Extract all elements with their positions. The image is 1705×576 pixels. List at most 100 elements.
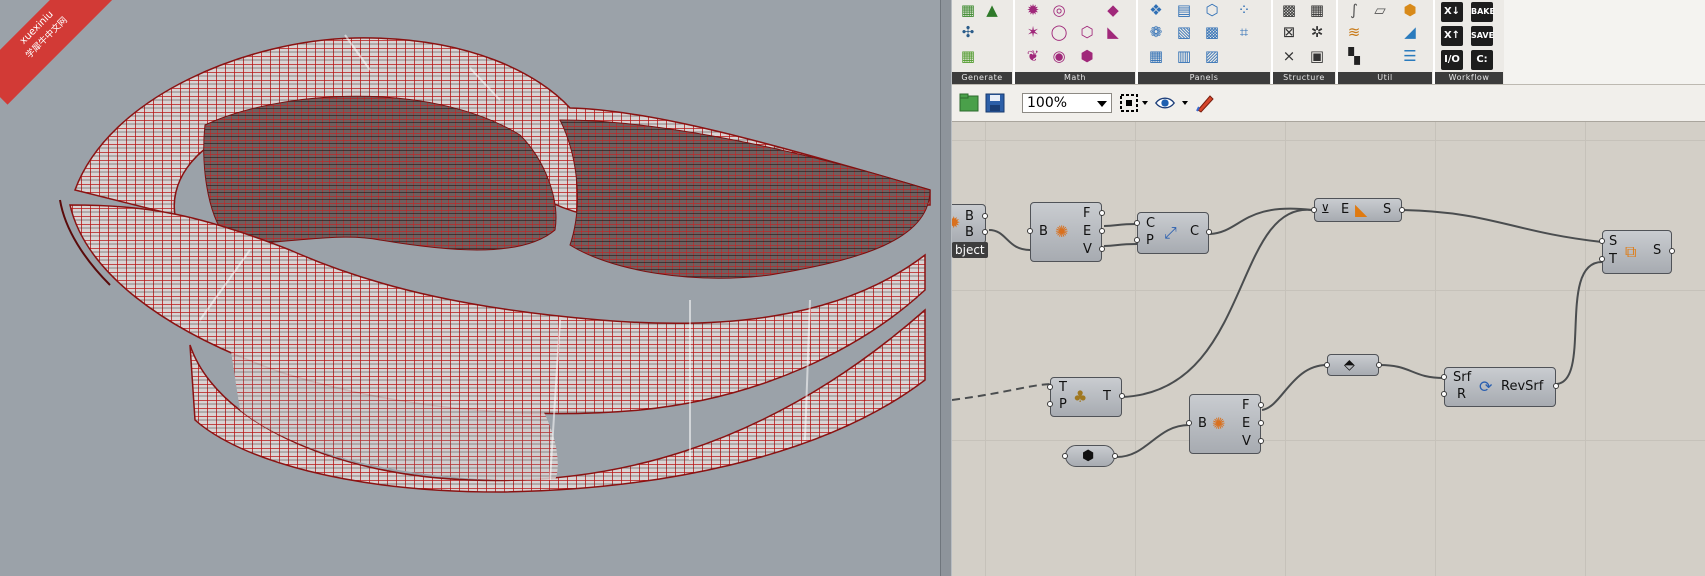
- save-workflow-button[interactable]: SAVE: [1471, 26, 1494, 46]
- component-deconstruct-brep[interactable]: B ✺ F E V: [1186, 394, 1264, 454]
- output-grip[interactable]: [982, 213, 988, 219]
- lattice-icon[interactable]: ▩: [1279, 0, 1299, 20]
- slash-grid-icon[interactable]: ▨: [1202, 46, 1222, 66]
- grid-green-icon[interactable]: ▦: [958, 46, 978, 66]
- truss-icon[interactable]: ⊠: [1279, 22, 1299, 42]
- ring-icon[interactable]: ◯: [1049, 22, 1069, 42]
- output-grip[interactable]: [1258, 438, 1264, 444]
- param-label: T: [1059, 380, 1067, 395]
- input-grip[interactable]: [1134, 237, 1140, 243]
- pen-icon[interactable]: [1194, 92, 1216, 114]
- input-grip[interactable]: [1324, 362, 1330, 368]
- input-grip[interactable]: [1186, 420, 1192, 426]
- output-grip[interactable]: [1258, 420, 1264, 426]
- input-grip[interactable]: [1047, 401, 1053, 407]
- input-grip[interactable]: [1062, 453, 1068, 459]
- diag-grid-icon[interactable]: ▧: [1174, 22, 1194, 42]
- eye-icon[interactable]: [1154, 92, 1176, 114]
- output-grip[interactable]: [1099, 246, 1105, 252]
- list-icon: ⬘: [1344, 357, 1355, 373]
- component-deconstruct-brep[interactable]: B ✺ F E V: [1027, 202, 1105, 262]
- chevron-down-icon[interactable]: [1182, 101, 1188, 105]
- oval-icon[interactable]: ◉: [1049, 46, 1069, 66]
- output-grip[interactable]: [1376, 362, 1382, 368]
- chevron-down-icon[interactable]: [1142, 101, 1148, 105]
- lattice-b-icon[interactable]: ▦: [1307, 0, 1327, 20]
- component-surface-transform[interactable]: S T ⧉ S: [1599, 230, 1675, 274]
- cross-grid-icon[interactable]: ▩: [1202, 22, 1222, 42]
- node-icon[interactable]: ✲: [1307, 22, 1327, 42]
- output-grip[interactable]: [1258, 402, 1264, 408]
- component-edge-surface[interactable]: ⊻ E ◣ S: [1311, 198, 1405, 222]
- output-grip[interactable]: [1119, 393, 1125, 399]
- wire: [988, 229, 1031, 251]
- box-orange-icon[interactable]: ⬢: [1400, 0, 1420, 20]
- star6-icon[interactable]: ✶: [1023, 22, 1043, 42]
- xgrid-icon[interactable]: ⨯: [1279, 46, 1299, 66]
- surface-icon[interactable]: ▱: [1370, 0, 1390, 20]
- output-grip[interactable]: [1112, 453, 1118, 459]
- layers-icon[interactable]: ≋: [1344, 22, 1364, 42]
- revolve-icon: ⟳: [1479, 377, 1493, 396]
- frame-points-icon[interactable]: ⌗: [1234, 22, 1254, 42]
- select-points-icon[interactable]: ⁘: [1234, 0, 1254, 20]
- param-label: T: [1103, 389, 1111, 404]
- star-icon[interactable]: ✹: [1023, 0, 1043, 20]
- output-grip[interactable]: [1399, 207, 1405, 213]
- component-partial[interactable]: B B ✹: [952, 204, 988, 244]
- grid-icon[interactable]: ▦: [958, 0, 978, 20]
- floppy-icon[interactable]: [984, 92, 1006, 114]
- output-grip[interactable]: [1099, 210, 1105, 216]
- triangles-icon[interactable]: ▲: [982, 0, 1002, 20]
- component-list-item[interactable]: ⬘: [1324, 354, 1382, 376]
- output-grip[interactable]: [1206, 229, 1212, 235]
- drive-button[interactable]: C:: [1471, 50, 1493, 70]
- export-x-button[interactable]: X↓: [1441, 2, 1463, 22]
- hex-grid-icon[interactable]: ⬡: [1202, 0, 1222, 20]
- output-grip[interactable]: [1669, 248, 1675, 254]
- input-grip[interactable]: [1311, 207, 1317, 213]
- stack-icon[interactable]: ☰: [1400, 46, 1420, 66]
- import-x-button[interactable]: X↑: [1441, 26, 1463, 46]
- square-grid-icon[interactable]: ▦: [1146, 46, 1166, 66]
- droplet-icon[interactable]: ❦: [1023, 46, 1043, 66]
- polygon-icon[interactable]: ⬡: [1077, 22, 1097, 42]
- bake-button[interactable]: BAKE: [1471, 2, 1495, 22]
- wedge-icon[interactable]: ◣: [1103, 22, 1123, 42]
- input-grip[interactable]: [1134, 220, 1140, 226]
- input-grip[interactable]: [1047, 384, 1053, 390]
- split-grid-icon[interactable]: ▥: [1174, 46, 1194, 66]
- wire: [1103, 243, 1138, 247]
- select-frame-icon[interactable]: [1118, 92, 1140, 114]
- surface-patch-icon: ◣: [1355, 200, 1368, 219]
- zoom-select[interactable]: 100%: [1022, 93, 1112, 113]
- output-grip[interactable]: [1099, 228, 1105, 234]
- input-grip[interactable]: [1599, 256, 1605, 262]
- circles-icon[interactable]: ❁: [1146, 22, 1166, 42]
- spiral-icon[interactable]: ◎: [1049, 0, 1069, 20]
- polyhedron-icon[interactable]: ⬢: [1077, 46, 1097, 66]
- graph-icon[interactable]: ✣: [958, 22, 978, 42]
- input-grip[interactable]: [1441, 391, 1447, 397]
- component-geometry-param[interactable]: ⬢: [1062, 445, 1118, 467]
- rhino-viewport[interactable]: xuexiniu 学犀牛中文网: [0, 0, 940, 576]
- io-button[interactable]: I/O: [1441, 50, 1463, 70]
- output-grip[interactable]: [1553, 383, 1559, 389]
- gem-icon[interactable]: ◆: [1103, 0, 1123, 20]
- box-grid-icon[interactable]: ▣: [1307, 46, 1327, 66]
- component-curve-param[interactable]: C P ⤢ C: [1134, 212, 1212, 254]
- input-grip[interactable]: [1441, 374, 1447, 380]
- input-grip[interactable]: [1027, 228, 1033, 234]
- checker-icon[interactable]: ▚: [1344, 46, 1364, 66]
- grasshopper-canvas[interactable]: B B ✹ bject B ✺ F E V C P ⤢ C ⊻ E ◣ S S …: [952, 122, 1705, 576]
- component-transform[interactable]: T P ♣ T: [1047, 377, 1125, 417]
- output-grip[interactable]: [982, 229, 988, 235]
- plane-icon[interactable]: ◢: [1400, 22, 1420, 42]
- folder-icon[interactable]: [958, 92, 980, 114]
- panel-splitter[interactable]: [940, 0, 952, 576]
- curve-icon[interactable]: ∫: [1344, 0, 1364, 20]
- component-revsrf[interactable]: Srf R ⟳ RevSrf: [1441, 367, 1559, 407]
- panel-grid-icon[interactable]: ▤: [1174, 0, 1194, 20]
- diamond-grid-icon[interactable]: ❖: [1146, 0, 1166, 20]
- input-grip[interactable]: [1599, 238, 1605, 244]
